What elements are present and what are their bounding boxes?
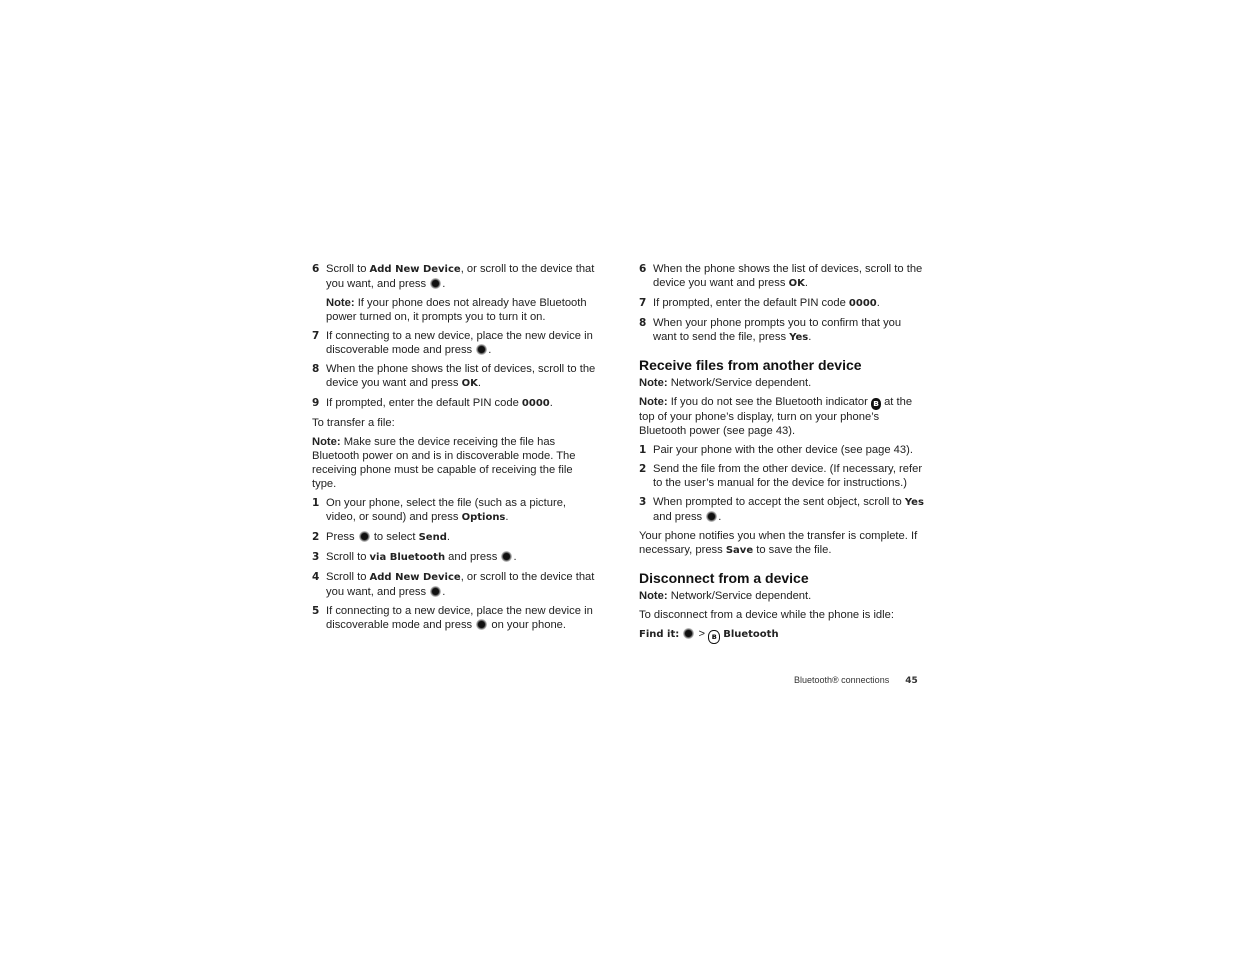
transfer-step-4: 4 Scroll to Add New Device, or scroll to…	[312, 571, 595, 598]
receive-step-3: 3 When prompted to accept the sent objec…	[639, 496, 924, 523]
step-8: 8 When your phone prompts you to confirm…	[639, 317, 902, 343]
note-receiving-device: Note: Make sure the device receiving the…	[312, 436, 576, 490]
transfer-step-2: 2 Press to select Send.	[312, 531, 450, 543]
transfer-complete-text: Your phone notifies you when the transfe…	[639, 530, 918, 556]
nav-key-icon	[430, 586, 442, 597]
transfer-step-3: 3 Scroll to via Bluetooth and press .	[312, 551, 517, 563]
note-network: Note: Network/Service dependent.	[639, 377, 812, 389]
right-column: 6 When the phone shows the list of devic…	[639, 262, 924, 649]
note-network: Note: Network/Service dependent.	[639, 590, 812, 602]
section-heading-receive: Receive files from another device	[639, 357, 862, 373]
nav-key-icon	[683, 628, 695, 639]
left-column: 6 Scroll to Add New Device, or scroll to…	[312, 262, 597, 637]
nav-key-icon	[476, 619, 488, 630]
page-number: 45	[905, 676, 918, 686]
step-number: 6	[312, 263, 320, 275]
nav-key-icon	[501, 551, 513, 562]
transfer-intro: To transfer a file:	[312, 417, 395, 429]
nav-key-icon	[706, 511, 718, 522]
nav-key-icon	[430, 278, 442, 289]
section-heading-disconnect: Disconnect from a device	[639, 570, 809, 586]
step-6: 6 Scroll to Add New Device, or scroll to…	[312, 263, 595, 290]
disconnect-intro: To disconnect from a device while the ph…	[639, 609, 894, 621]
note-bluetooth-power: Note: If your phone does not already hav…	[326, 297, 587, 323]
step-7: 7 If prompted, enter the default PIN cod…	[639, 297, 880, 309]
receive-step-1: 1 Pair your phone with the other device …	[639, 444, 913, 456]
receive-step-2: 2 Send the file from the other device. (…	[639, 463, 923, 489]
step-7: 7 If connecting to a new device, place t…	[312, 330, 593, 356]
nav-key-icon	[358, 531, 370, 542]
note-bluetooth-indicator: Note: If you do not see the Bluetooth in…	[639, 396, 913, 437]
nav-key-icon	[476, 344, 488, 355]
transfer-step-5: 5 If connecting to a new device, place t…	[312, 605, 593, 631]
step-6: 6 When the phone shows the list of devic…	[639, 263, 923, 289]
bluetooth-menu-icon: ʙ	[708, 630, 721, 644]
step-9: 9 If prompted, enter the default PIN cod…	[312, 397, 553, 409]
find-it-path: Find it: > ʙ Bluetooth	[639, 627, 924, 644]
bluetooth-indicator-icon: ʙ	[870, 398, 881, 410]
step-8: 8 When the phone shows the list of devic…	[312, 363, 596, 389]
page-footer: Bluetooth® connections 45	[794, 673, 918, 688]
footer-section-title: Bluetooth® connections	[794, 675, 890, 685]
transfer-step-1: 1 On your phone, select the file (such a…	[312, 497, 567, 523]
